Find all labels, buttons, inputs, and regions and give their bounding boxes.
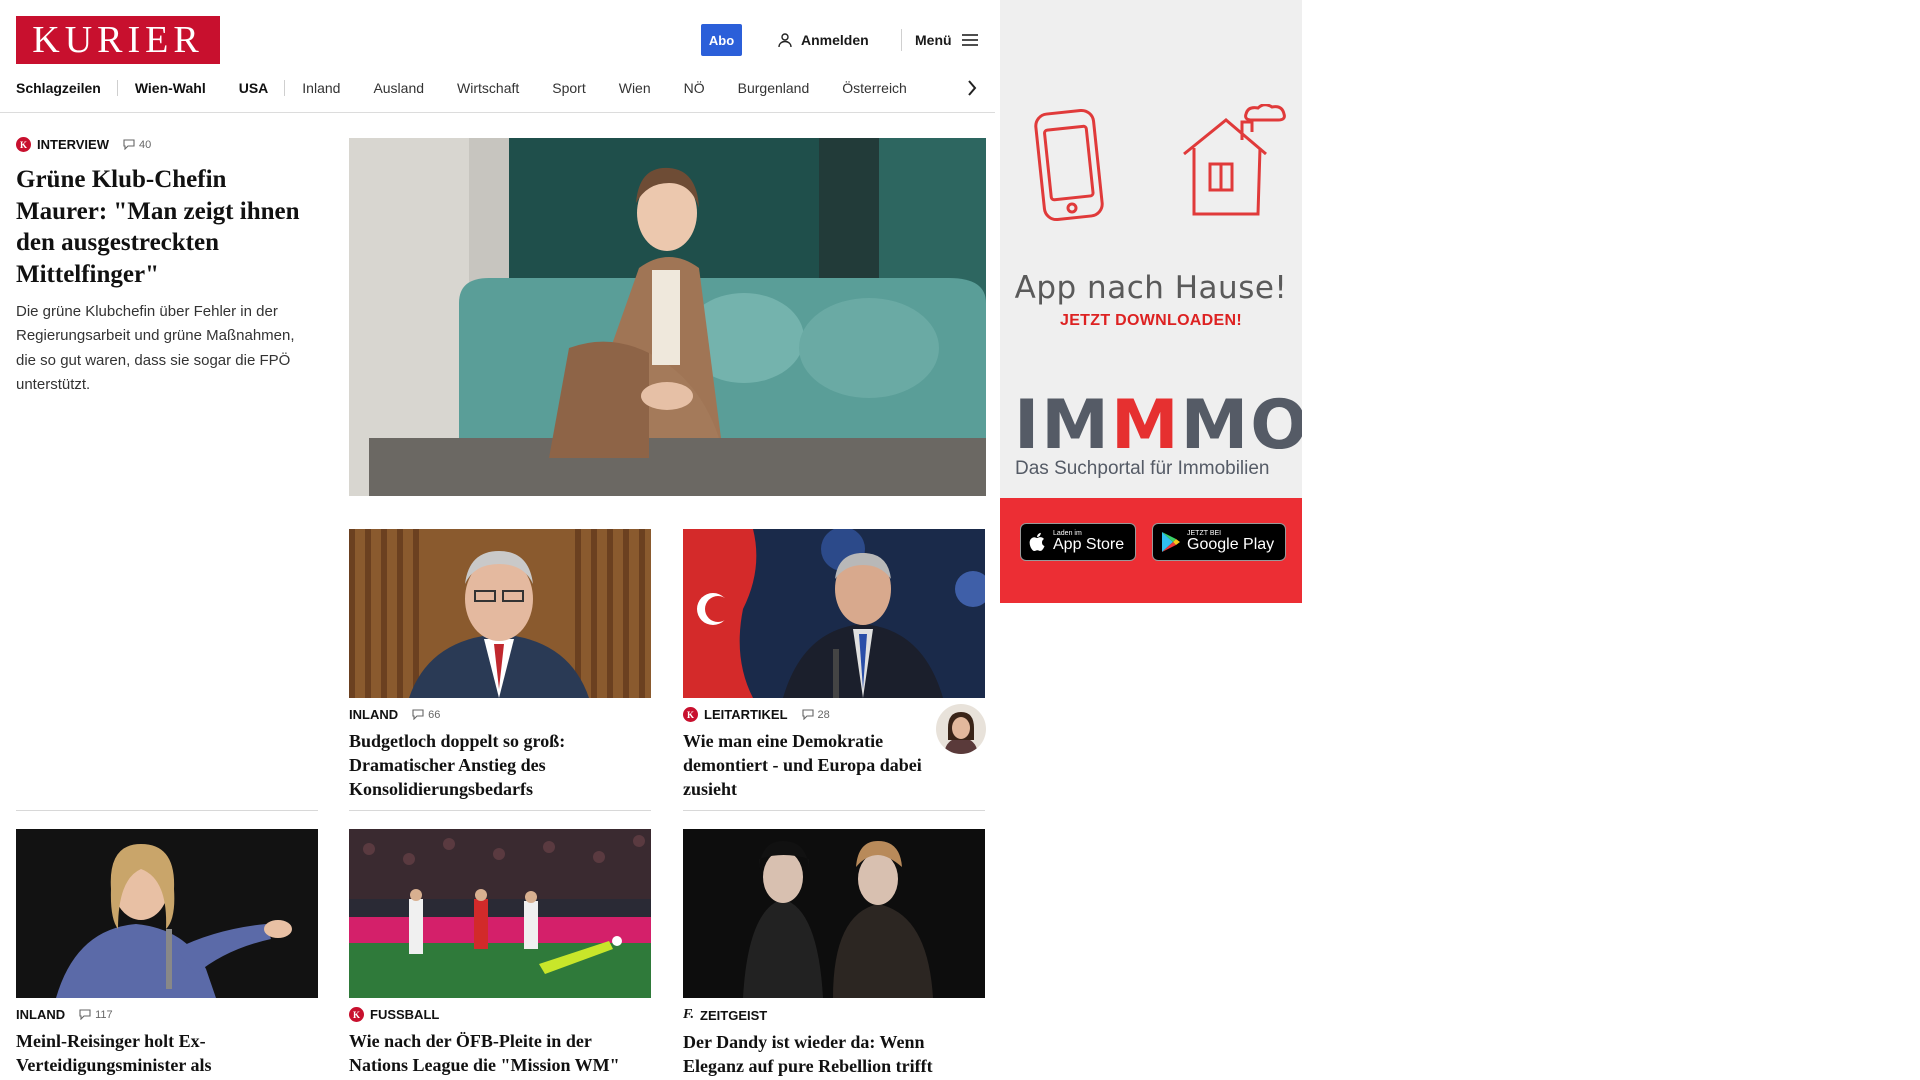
article-comments[interactable]: 28 (801, 708, 830, 721)
house-icon (1183, 104, 1286, 216)
immmo-logo: IMMMO (1014, 392, 1302, 460)
nav-item-wirtschaft[interactable]: Wirtschaft (457, 80, 535, 96)
article-kicker-label: FUSSBALL (370, 1007, 440, 1022)
kurier-logo[interactable]: KURIER (16, 16, 220, 64)
nav-item-wien-wahl[interactable]: Wien-Wahl (135, 80, 222, 96)
nav-item-burgenland[interactable]: Burgenland (738, 80, 826, 96)
kurier-plus-icon: K (16, 137, 31, 152)
immmo-app-ad[interactable]: App nach Hause! JETZT DOWNLOADEN! IMMMO … (1000, 0, 1302, 603)
user-icon (778, 33, 792, 48)
site-header: KURIER Abo Anmelden Menü Schlagzeilen Wi… (0, 0, 995, 113)
article-kicker: INLAND 66 (349, 707, 650, 722)
brand-red: M (1110, 386, 1181, 465)
login-button[interactable]: Anmelden (777, 24, 869, 56)
article-headline[interactable]: Budgetloch doppelt so groß: Dramatischer… (349, 730, 650, 801)
article-card-fussball[interactable]: K FUSSBALL Wie nach der ÖFB-Pleite in de… (349, 1007, 650, 1080)
article-image-meinl[interactable] (16, 829, 318, 998)
comment-icon (412, 709, 424, 720)
lead-comment-count: 40 (139, 138, 152, 151)
article-comment-count: 28 (817, 708, 830, 721)
lead-image[interactable] (349, 138, 986, 496)
article-comment-count: 66 (428, 708, 441, 721)
article-kicker-label: LEITARTIKEL (704, 707, 788, 722)
nav-item-sport[interactable]: Sport (552, 80, 601, 96)
lead-comments[interactable]: 40 (123, 139, 151, 151)
brand-part1: IM (1014, 386, 1111, 465)
zeitgeist-icon: f. (683, 1007, 695, 1022)
nav-item-inland[interactable]: Inland (302, 80, 356, 96)
google-play-button[interactable]: JETZT BEI Google Play (1152, 523, 1286, 561)
lead-article[interactable]: K INTERVIEW 40 Grüne Klub-Chefin Maurer:… (16, 137, 316, 397)
ad-cta[interactable]: JETZT DOWNLOADEN! (1000, 312, 1302, 330)
comment-icon (801, 709, 814, 720)
google-play-icon (1162, 532, 1180, 552)
article-kicker: K FUSSBALL (349, 1007, 650, 1022)
nav-scroll-right[interactable] (962, 76, 982, 100)
lead-headline[interactable]: Grüne Klub-Chefin Maurer: "Man zeigt ihn… (16, 164, 316, 290)
article-headline[interactable]: Der Dandy ist wieder da: Wenn Eleganz au… (683, 1031, 984, 1079)
menu-button[interactable]: Menü (915, 24, 978, 56)
kurier-plus-icon: K (683, 707, 698, 722)
header-divider (901, 29, 902, 51)
brand-part2: MO (1180, 386, 1302, 465)
article-image-fussball[interactable] (349, 829, 651, 998)
menu-label: Menü (915, 32, 952, 48)
gplay-big-label: Google Play (1187, 536, 1275, 554)
row-divider (349, 810, 651, 811)
article-card-meinl[interactable]: INLAND 117 Meinl-Reisinger holt Ex-Verte… (16, 1007, 317, 1080)
row-divider (683, 810, 985, 811)
row-divider (16, 810, 318, 811)
nav-item-schlagzeilen[interactable]: Schlagzeilen (16, 80, 118, 96)
article-comments[interactable]: 66 (412, 709, 440, 721)
chevron-right-icon (968, 80, 977, 96)
nav-item-usa[interactable]: USA (239, 80, 286, 96)
article-card-leitartikel[interactable]: K LEITARTIKEL 28 Wie man eine Demokratie… (683, 707, 923, 801)
hamburger-icon (961, 34, 978, 46)
comment-icon (79, 1009, 91, 1020)
apple-icon (1029, 532, 1045, 551)
article-kicker: INLAND 117 (16, 1007, 317, 1022)
nav-item-oesterreich[interactable]: Österreich (842, 80, 923, 96)
comment-icon (123, 139, 135, 150)
nav-item-ausland[interactable]: Ausland (373, 80, 440, 96)
article-headline[interactable]: Meinl-Reisinger holt Ex-Verteidigungsmin… (16, 1030, 317, 1080)
author-avatar[interactable] (936, 704, 986, 754)
article-comments[interactable]: 117 (79, 1009, 113, 1021)
article-kicker: K LEITARTIKEL 28 (683, 707, 923, 722)
article-kicker-label: ZEITGEIST (700, 1007, 768, 1023)
appstore-big-label: App Store (1053, 536, 1125, 554)
article-kicker-label: INLAND (16, 1007, 66, 1022)
nav-item-wien[interactable]: Wien (619, 80, 667, 96)
section-nav: Schlagzeilen Wien-Wahl USA Inland Auslan… (16, 76, 940, 100)
lead-teaser: Die grüne Klubchefin über Fehler in der … (16, 303, 295, 393)
ad-title: App nach Hause! (1014, 270, 1288, 306)
article-image-dandy[interactable] (683, 829, 985, 998)
immmo-subtitle: Das Suchportal für Immobilien (1015, 458, 1270, 479)
article-image-budget[interactable] (349, 529, 651, 698)
article-image-demokratie[interactable] (683, 529, 985, 698)
article-kicker-label: INLAND (349, 707, 399, 722)
article-card-budget[interactable]: INLAND 66 Budgetloch doppelt so groß: Dr… (349, 707, 650, 801)
article-kicker: f. ZEITGEIST (683, 1007, 984, 1023)
nav-item-noe[interactable]: NÖ (684, 80, 721, 96)
lead-kicker: K INTERVIEW 40 (16, 137, 316, 152)
article-card-dandy[interactable]: f. ZEITGEIST Der Dandy ist wieder da: We… (683, 1007, 984, 1079)
article-headline[interactable]: Wie nach der ÖFB-Pleite in der Nations L… (349, 1030, 650, 1080)
abo-button[interactable]: Abo (701, 24, 742, 56)
login-label: Anmelden (801, 32, 869, 48)
kurier-plus-icon: K (349, 1007, 364, 1022)
lead-kicker-label: INTERVIEW (37, 137, 109, 152)
article-headline[interactable]: Wie man eine Demokratie demontiert - und… (683, 730, 923, 801)
phone-icon (1034, 108, 1104, 222)
article-comment-count: 117 (95, 1008, 113, 1021)
app-store-button[interactable]: Laden im App Store (1020, 523, 1136, 561)
